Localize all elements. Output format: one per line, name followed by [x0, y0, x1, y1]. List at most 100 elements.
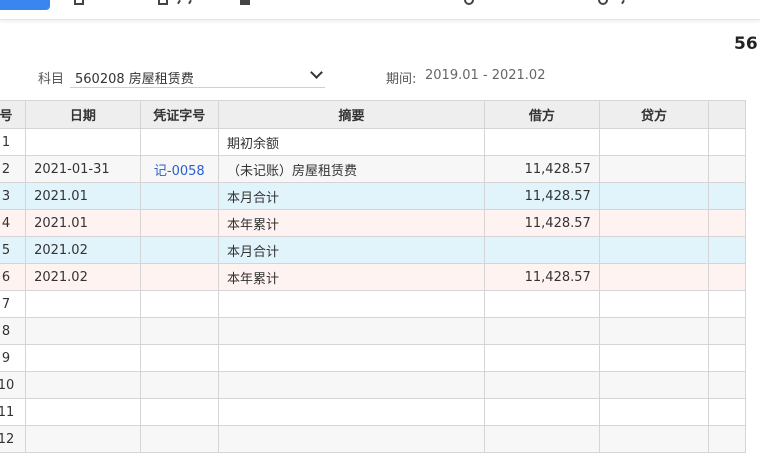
- cell-num: 7: [0, 290, 27, 318]
- table-row[interactable]: 12: [0, 425, 746, 453]
- refresh-icon[interactable]: [464, 0, 474, 5]
- cell-extra: [708, 344, 746, 372]
- cell-debit: [483, 398, 600, 426]
- cell-date: 2021.01: [25, 182, 141, 210]
- subject-select[interactable]: 560208 房屋租赁费: [70, 62, 325, 88]
- cell-debit: [483, 236, 600, 264]
- cell-extra: [708, 263, 746, 291]
- cell-extra: [708, 182, 746, 210]
- cell-date: 2021.01: [25, 209, 141, 237]
- cell-num: 6: [0, 263, 27, 291]
- save-icon[interactable]: [240, 0, 250, 5]
- cell-debit: 11,428.57: [483, 182, 600, 210]
- cell-debit: [483, 290, 600, 318]
- cell-credit: [598, 128, 710, 156]
- cell-debit: [483, 344, 600, 372]
- voucher-link[interactable]: 记-0058: [139, 155, 220, 183]
- cell-summary: 本月合计: [218, 182, 485, 210]
- cell-num: 10: [0, 371, 27, 399]
- chevron-down-icon: [310, 66, 323, 79]
- cell-voucher: [139, 236, 220, 264]
- cell-extra: [708, 209, 746, 237]
- cell-summary: 本年累计: [218, 263, 485, 291]
- cell-date: 2021.02: [25, 263, 141, 291]
- cell-credit: [598, 344, 710, 372]
- cell-debit: [483, 128, 600, 156]
- cell-extra: [708, 398, 746, 426]
- cell-debit: 11,428.57: [483, 263, 600, 291]
- settings-icon[interactable]: [598, 0, 608, 5]
- cell-num: 5: [0, 236, 27, 264]
- cell-credit: [598, 398, 710, 426]
- cell-summary: 本月合计: [218, 236, 485, 264]
- cell-credit: [598, 155, 710, 183]
- page-title: 56: [734, 34, 758, 54]
- table-row[interactable]: 11: [0, 398, 746, 426]
- cell-extra: [708, 371, 746, 399]
- cell-voucher: [139, 263, 220, 291]
- primary-button[interactable]: [0, 0, 50, 10]
- cell-summary: [218, 317, 485, 345]
- cell-num: 4: [0, 209, 27, 237]
- cell-extra: [708, 155, 746, 183]
- cell-credit: [598, 290, 710, 318]
- settings-icon-stroke: [621, 0, 625, 5]
- cell-voucher: [139, 344, 220, 372]
- cell-voucher: [139, 371, 220, 399]
- cell-num: 3: [0, 182, 27, 210]
- ledger-table: 号 日期 凭证字号 摘要 借方 贷方 1 期初余额 2 2021-01-31 记…: [0, 100, 746, 453]
- table-row[interactable]: 9: [0, 344, 746, 372]
- document-icon[interactable]: [74, 0, 84, 5]
- cell-summary: [218, 290, 485, 318]
- cell-credit: [598, 425, 710, 453]
- table-header-row: 号 日期 凭证字号 摘要 借方 贷方: [0, 100, 746, 129]
- cell-extra: [708, 236, 746, 264]
- table-row[interactable]: 2 2021-01-31 记-0058 （未记账）房屋租赁费 11,428.57: [0, 155, 746, 183]
- cell-summary: 期初余额: [218, 128, 485, 156]
- cell-summary: （未记账）房屋租赁费: [218, 155, 485, 183]
- table-row[interactable]: 3 2021.01 本月合计 11,428.57: [0, 182, 746, 210]
- cell-num: 8: [0, 317, 27, 345]
- cell-num: 2: [0, 155, 27, 183]
- cell-credit: [598, 317, 710, 345]
- cell-extra: [708, 128, 746, 156]
- filter-bar: 科目 560208 房屋租赁费 期间: 2019.01 - 2021.02: [0, 62, 760, 92]
- cell-date: [25, 290, 141, 318]
- edit-icon-stroke: [177, 0, 181, 5]
- cell-voucher: [139, 398, 220, 426]
- table-row[interactable]: 7: [0, 290, 746, 318]
- cell-summary: [218, 371, 485, 399]
- cell-date: [25, 425, 141, 453]
- cell-date: [25, 128, 141, 156]
- cell-summary: 本年累计: [218, 209, 485, 237]
- cell-voucher: [139, 317, 220, 345]
- table-row[interactable]: 1 期初余额: [0, 128, 746, 156]
- col-header-summary: 摘要: [218, 100, 485, 129]
- table-row[interactable]: 8: [0, 317, 746, 345]
- cell-voucher: [139, 290, 220, 318]
- cell-credit: [598, 236, 710, 264]
- cell-date: [25, 317, 141, 345]
- cell-voucher: [139, 425, 220, 453]
- cell-num: 11: [0, 398, 27, 426]
- cell-debit: [483, 371, 600, 399]
- col-header-voucher: 凭证字号: [139, 100, 220, 129]
- cell-extra: [708, 425, 746, 453]
- col-header-date: 日期: [25, 100, 141, 129]
- cell-voucher: [139, 128, 220, 156]
- cell-num: 9: [0, 344, 27, 372]
- cell-credit: [598, 209, 710, 237]
- table-row[interactable]: 10: [0, 371, 746, 399]
- cell-date: 2021.02: [25, 236, 141, 264]
- toolbar: [0, 0, 760, 20]
- table-row[interactable]: 6 2021.02 本年累计 11,428.57: [0, 263, 746, 291]
- table-row[interactable]: 5 2021.02 本月合计: [0, 236, 746, 264]
- cell-extra: [708, 317, 746, 345]
- period-value: 2019.01 - 2021.02: [425, 68, 546, 83]
- cell-date: 2021-01-31: [25, 155, 141, 183]
- cell-summary: [218, 425, 485, 453]
- edit-icon[interactable]: [158, 0, 168, 5]
- table-row[interactable]: 4 2021.01 本年累计 11,428.57: [0, 209, 746, 237]
- cell-num: 1: [0, 128, 27, 156]
- cell-credit: [598, 182, 710, 210]
